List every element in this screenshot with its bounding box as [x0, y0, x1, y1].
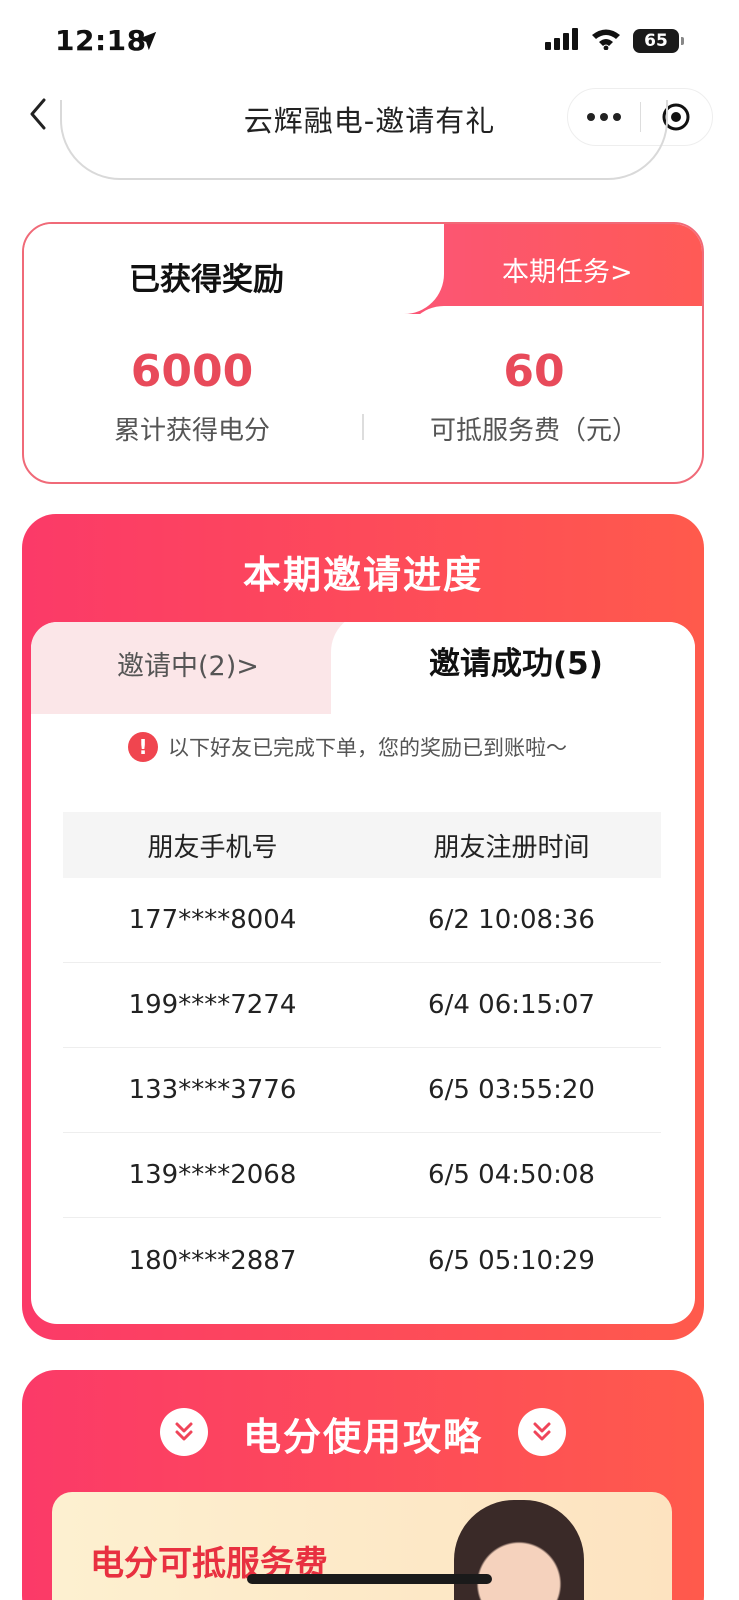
progress-title: 本期邀请进度	[242, 553, 483, 597]
table-row: 133****3776 6/5 03:55:20	[63, 1048, 661, 1133]
previous-card-edge	[60, 100, 668, 180]
table-header: 朋友手机号 朋友注册时间	[63, 812, 661, 878]
status-time: 12:18	[55, 24, 147, 57]
cell-phone: 139****2068	[128, 1160, 297, 1190]
cell-time: 6/5 03:55:20	[428, 1075, 595, 1105]
cell-time: 6/4 06:15:07	[428, 990, 595, 1020]
tab-invite-success[interactable]: 邀请成功(5)	[429, 638, 603, 683]
progress-panel: 邀请中(2)> 邀请成功(5) ! 以下好友已完成下单，您的奖励已到账啦～ 朋友…	[31, 622, 695, 1324]
invite-table: 朋友手机号 朋友注册时间 177****8004 6/2 10:08:36 19…	[63, 812, 661, 1303]
column-header-time: 朋友注册时间	[433, 832, 590, 863]
cell-phone: 177****8004	[128, 905, 297, 935]
cell-phone: 133****3776	[128, 1075, 297, 1105]
cell-phone: 199****7274	[128, 990, 297, 1020]
battery-icon: 65	[633, 29, 684, 53]
stat-label-fee: 可抵服务费（元）	[429, 416, 638, 446]
warning-icon: !	[128, 732, 158, 762]
table-row: 180****2887 6/5 05:10:29	[63, 1218, 661, 1303]
points-guide-card: 电分使用攻略 电分可抵服务费	[22, 1370, 704, 1600]
notice: ! 以下好友已完成下单，您的奖励已到账啦～	[128, 732, 567, 762]
location-arrow-icon	[136, 30, 158, 56]
reward-card: 已获得奖励 本期任务> 6000 累计获得电分 60 可抵服务费（元）	[22, 222, 704, 484]
guide-title: 电分使用攻略	[242, 1415, 483, 1459]
table-row: 199****7274 6/4 06:15:07	[63, 963, 661, 1048]
double-chevron-down-icon	[518, 1408, 566, 1456]
home-indicator	[247, 1574, 492, 1584]
avatar	[454, 1500, 584, 1600]
invite-progress-card: 本期邀请进度 邀请中(2)> 邀请成功(5) ! 以下好友已完成下单，您的奖励已…	[22, 514, 704, 1340]
current-task-link[interactable]: 本期任务>	[502, 250, 633, 289]
table-row: 139****2068 6/5 04:50:08	[63, 1133, 661, 1218]
stat-label-points: 累计获得电分	[113, 416, 270, 446]
cell-phone: 180****2887	[128, 1245, 297, 1276]
table-row: 177****8004 6/2 10:08:36	[63, 878, 661, 963]
tab-inviting[interactable]: 邀请中(2)>	[117, 644, 259, 683]
wifi-icon	[591, 28, 621, 54]
signal-icon	[545, 28, 579, 54]
stat-value-points: 6000	[130, 346, 254, 397]
cell-time: 6/5 04:50:08	[428, 1160, 595, 1190]
cell-time: 6/2 10:08:36	[428, 905, 595, 935]
notice-text: 以下好友已完成下单，您的奖励已到账啦～	[168, 736, 567, 760]
status-icons: 65	[545, 28, 684, 54]
reward-title: 已获得奖励	[129, 262, 284, 298]
cell-time: 6/5 05:10:29	[428, 1245, 595, 1276]
stat-value-fee: 60	[503, 346, 565, 397]
column-header-phone: 朋友手机号	[147, 832, 278, 863]
